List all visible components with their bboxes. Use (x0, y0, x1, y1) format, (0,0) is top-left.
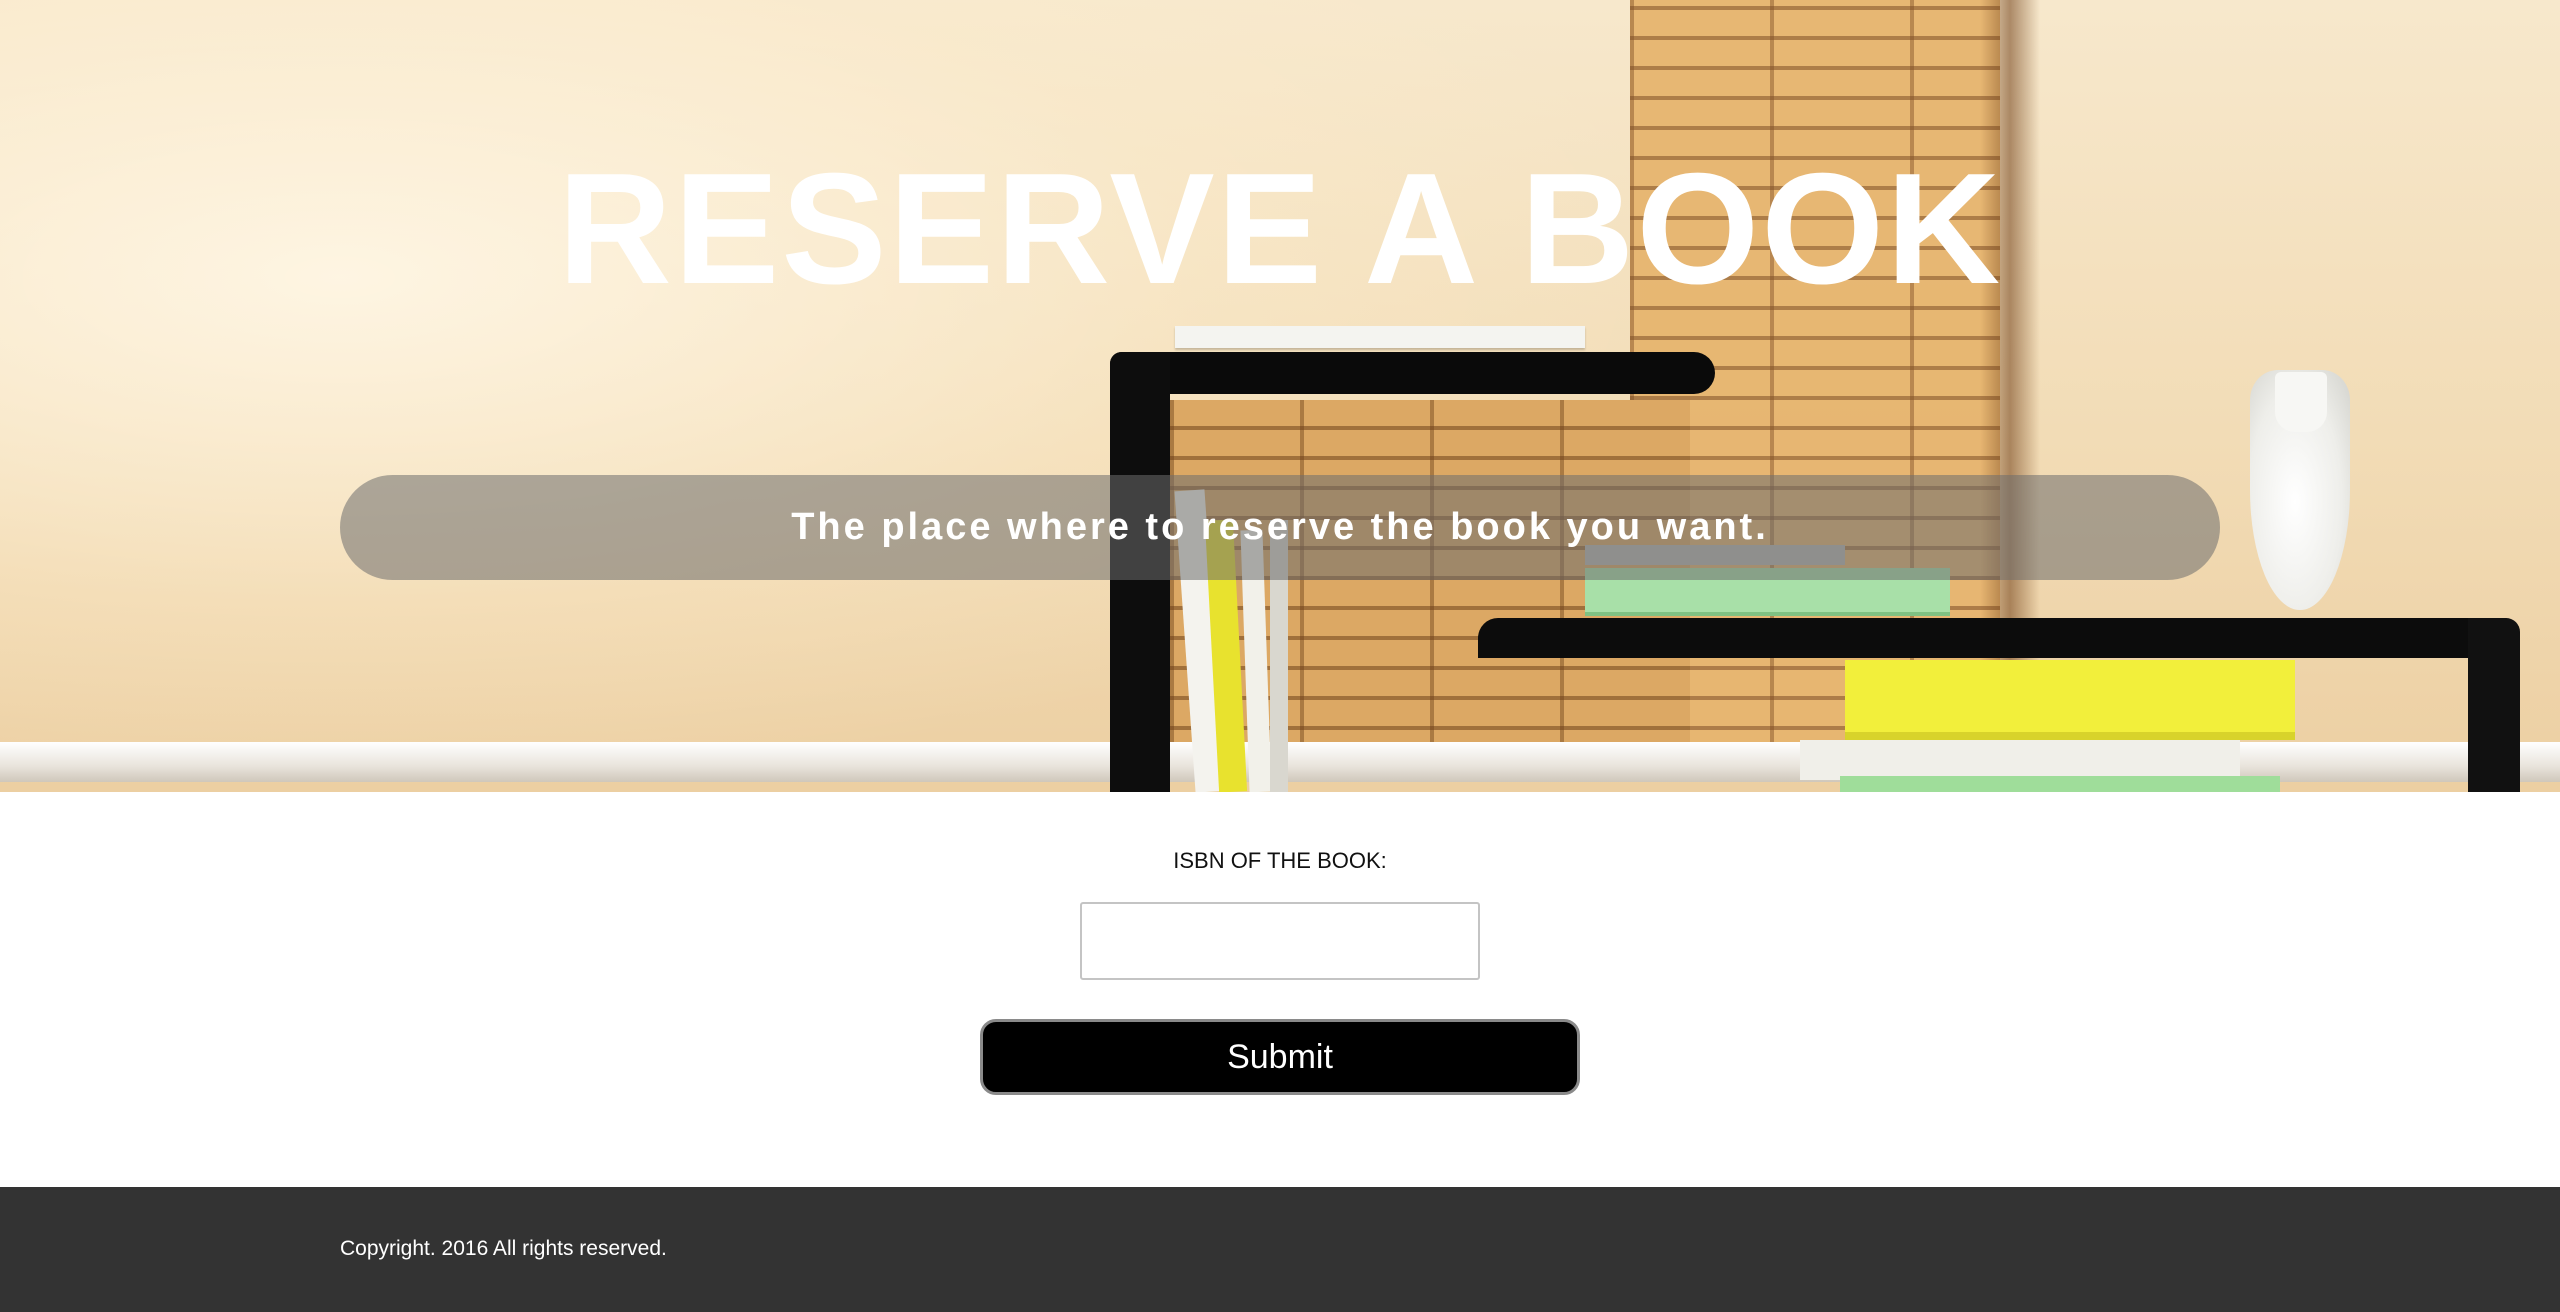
reservation-form: ISBN OF THE BOOK: Submit (0, 792, 2560, 1187)
tagline-banner: The place where to reserve the book you … (340, 475, 2220, 580)
hero-book-flat (1845, 660, 2295, 740)
hero-vase-neck (2275, 372, 2327, 432)
hero-shelf-top (1110, 352, 1715, 394)
footer: Copyright. 2016 All rights reserved. (0, 1187, 2560, 1312)
hero-banner: RESERVE A BOOK The place where to reserv… (0, 0, 2560, 792)
page-title: RESERVE A BOOK (557, 141, 2003, 317)
hero-book-flat (1840, 776, 2280, 792)
tagline-text: The place where to reserve the book you … (791, 506, 1769, 548)
isbn-input[interactable] (1080, 902, 1480, 980)
hero-shelf-end (2468, 618, 2520, 792)
hero-shelf-low (1478, 618, 2518, 658)
hero-paper-stack (1175, 326, 1585, 348)
isbn-label: ISBN OF THE BOOK: (1173, 848, 1387, 873)
submit-button[interactable]: Submit (980, 1019, 1580, 1095)
hero-book-flat (1800, 740, 2240, 780)
copyright-text: Copyright. 2016 All rights reserved. (340, 1237, 667, 1260)
